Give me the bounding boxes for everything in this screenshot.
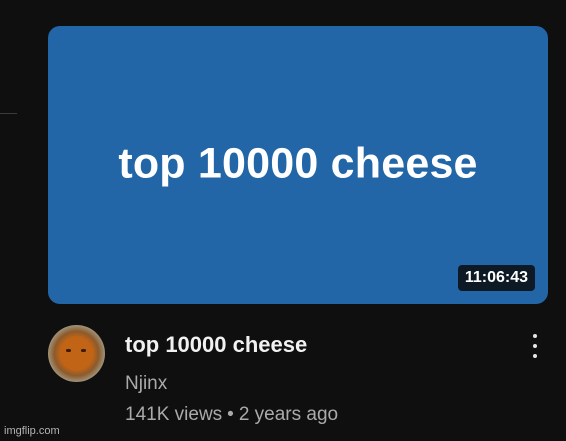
video-metadata: 141K views • 2 years ago	[125, 404, 338, 426]
more-vert-icon[interactable]	[526, 332, 544, 360]
channel-name[interactable]: Njinx	[125, 373, 167, 395]
meta-separator: •	[227, 404, 234, 425]
view-count: 141K views	[125, 404, 223, 425]
thumbnail-text: top 10000 cheese	[118, 139, 478, 188]
video-title[interactable]: top 10000 cheese	[125, 332, 307, 358]
avatar-eye-right	[81, 349, 86, 352]
video-thumbnail[interactable]: top 10000 cheese 11:06:43	[48, 26, 548, 304]
sidebar-divider	[0, 113, 17, 114]
watermark: imgflip.com	[4, 425, 60, 437]
menu-dot	[533, 354, 537, 358]
menu-dot	[533, 334, 537, 338]
duration-badge: 11:06:43	[457, 265, 535, 291]
channel-avatar[interactable]	[48, 325, 105, 382]
upload-age: 2 years ago	[238, 404, 339, 425]
avatar-eye-left	[66, 349, 71, 352]
menu-dot	[533, 344, 537, 348]
